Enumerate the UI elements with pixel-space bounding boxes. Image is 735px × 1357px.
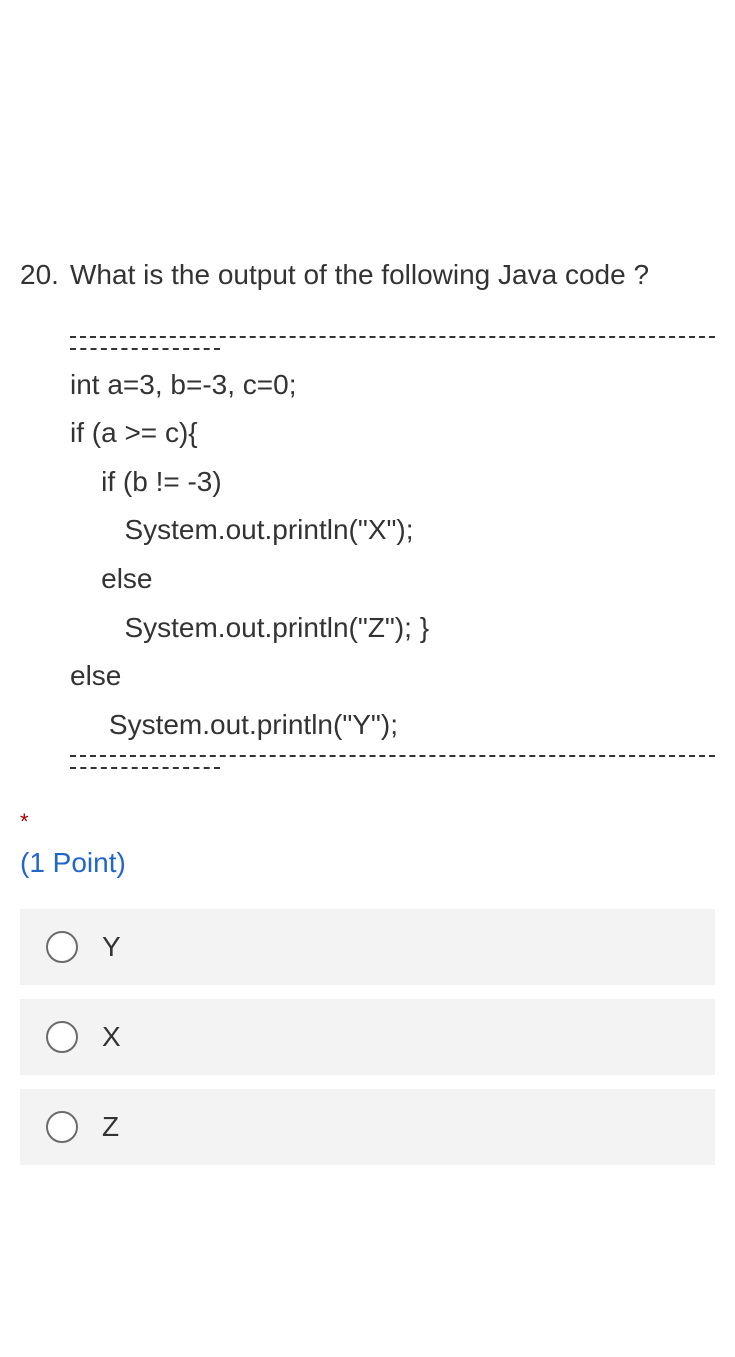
radio-icon[interactable] — [46, 1021, 78, 1053]
divider-bottom — [70, 755, 715, 757]
question-container: 20. What is the output of the following … — [0, 0, 735, 1239]
points-label: (1 Point) — [20, 847, 715, 879]
code-line: if (b != -3) — [70, 462, 715, 503]
question-number: 20. — [20, 255, 70, 296]
required-indicator: * — [20, 809, 715, 835]
divider-top-short — [70, 348, 220, 350]
code-line: else — [70, 656, 715, 697]
option-label: Y — [102, 931, 121, 963]
question-header: 20. What is the output of the following … — [20, 255, 715, 296]
option-z[interactable]: Z — [20, 1089, 715, 1165]
code-line: if (a >= c){ — [70, 413, 715, 454]
radio-icon[interactable] — [46, 931, 78, 963]
code-line: System.out.println("Y"); — [70, 705, 715, 746]
code-block: int a=3, b=-3, c=0; if (a >= c){ if (b !… — [70, 336, 715, 770]
option-y[interactable]: Y — [20, 909, 715, 985]
question-text: What is the output of the following Java… — [70, 255, 715, 296]
option-label: Z — [102, 1111, 119, 1143]
radio-icon[interactable] — [46, 1111, 78, 1143]
option-x[interactable]: X — [20, 999, 715, 1075]
divider-bottom-short — [70, 767, 220, 769]
option-label: X — [102, 1021, 121, 1053]
code-line: System.out.println("X"); — [70, 510, 715, 551]
code-line: int a=3, b=-3, c=0; — [70, 365, 715, 406]
divider-top — [70, 336, 715, 338]
code-line: else — [70, 559, 715, 600]
code-line: System.out.println("Z"); } — [70, 608, 715, 649]
